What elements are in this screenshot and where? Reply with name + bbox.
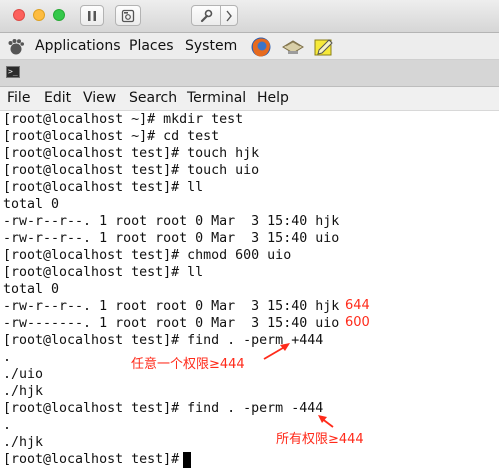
applications-menu[interactable]: Applications <box>35 38 121 54</box>
pause-icon <box>88 10 96 21</box>
terminal-line: -rw-r--r--. 1 root root 0 Mar 3 15:40 hj… <box>3 214 340 229</box>
terminal-line: [root@localhost test]# touch hjk <box>3 146 260 161</box>
snapshot-icon <box>121 9 135 22</box>
chevron-right-icon <box>226 10 232 21</box>
menu-file[interactable]: File <box>7 90 30 106</box>
gnome-foot-icon <box>8 39 24 55</box>
terminal-line: -rw-r--r--. 1 root root 0 Mar 3 15:40 hj… <box>3 299 340 314</box>
terminal-line: [root@localhost test]# find . -perm -444 <box>3 401 324 416</box>
menu-terminal[interactable]: Terminal <box>187 90 246 106</box>
terminal-line: ./uio <box>3 367 44 382</box>
notes-icon[interactable] <box>313 37 335 57</box>
zoom-window-button[interactable] <box>53 9 65 21</box>
firefox-icon[interactable] <box>250 36 272 58</box>
menu-help[interactable]: Help <box>257 90 289 106</box>
terminal-line: [root@localhost ~]# mkdir test <box>3 112 244 127</box>
minimize-window-button[interactable] <box>33 9 45 21</box>
arrow-to-perm-plus-icon <box>263 343 290 360</box>
forward-button[interactable] <box>220 5 238 26</box>
terminal-icon: >_ <box>6 66 20 78</box>
terminal-line: . <box>3 418 12 433</box>
terminal-line: [root@localhost test]# <box>3 452 188 467</box>
terminal-line: [root@localhost test]# touch uio <box>3 163 260 178</box>
terminal-line: -rw-------. 1 root root 0 Mar 3 15:40 ui… <box>3 316 340 331</box>
terminal-line: total 0 <box>3 282 60 297</box>
terminal-line: -rw-r--r--. 1 root root 0 Mar 3 15:40 ui… <box>3 231 340 246</box>
pause-button[interactable] <box>80 5 104 26</box>
menu-view[interactable]: View <box>83 90 116 106</box>
window-toolbar <box>0 0 499 33</box>
terminal-line: . <box>3 350 12 365</box>
places-menu[interactable]: Places <box>129 38 174 54</box>
terminal-output[interactable]: [root@localhost ~]# mkdir test [root@loc… <box>0 111 499 474</box>
terminal-line: [root@localhost test]# chmod 600 uio <box>3 248 292 263</box>
terminal-line: total 0 <box>3 197 60 212</box>
annotation-any-perm: 任意一个权限≥444 <box>131 357 245 372</box>
arrow-to-perm-minus-icon <box>318 415 334 428</box>
terminal-line: [root@localhost ~]# cd test <box>3 129 220 144</box>
terminal-line: [root@localhost test]# ll <box>3 265 204 280</box>
terminal-line: ./hjk <box>3 384 44 399</box>
annotation-perm-hjk: 644 <box>345 298 370 313</box>
terminal-tab-strip: >_ <box>0 60 499 87</box>
terminal-menubar: File Edit View Search Terminal Help <box>0 87 499 111</box>
system-menu[interactable]: System <box>185 38 237 54</box>
menu-edit[interactable]: Edit <box>44 90 71 106</box>
menu-search[interactable]: Search <box>129 90 177 106</box>
terminal-line: [root@localhost test]# ll <box>3 180 204 195</box>
terminal-cursor <box>183 452 191 468</box>
close-window-button[interactable] <box>13 9 25 21</box>
settings-button[interactable] <box>191 5 221 26</box>
mail-icon[interactable] <box>281 37 305 57</box>
terminal-line: ./hjk <box>3 435 44 450</box>
snapshot-button[interactable] <box>115 5 141 26</box>
gnome-panel: Applications Places System <box>0 33 499 60</box>
annotation-perm-uio: 600 <box>345 315 370 330</box>
wrench-icon <box>200 9 213 22</box>
